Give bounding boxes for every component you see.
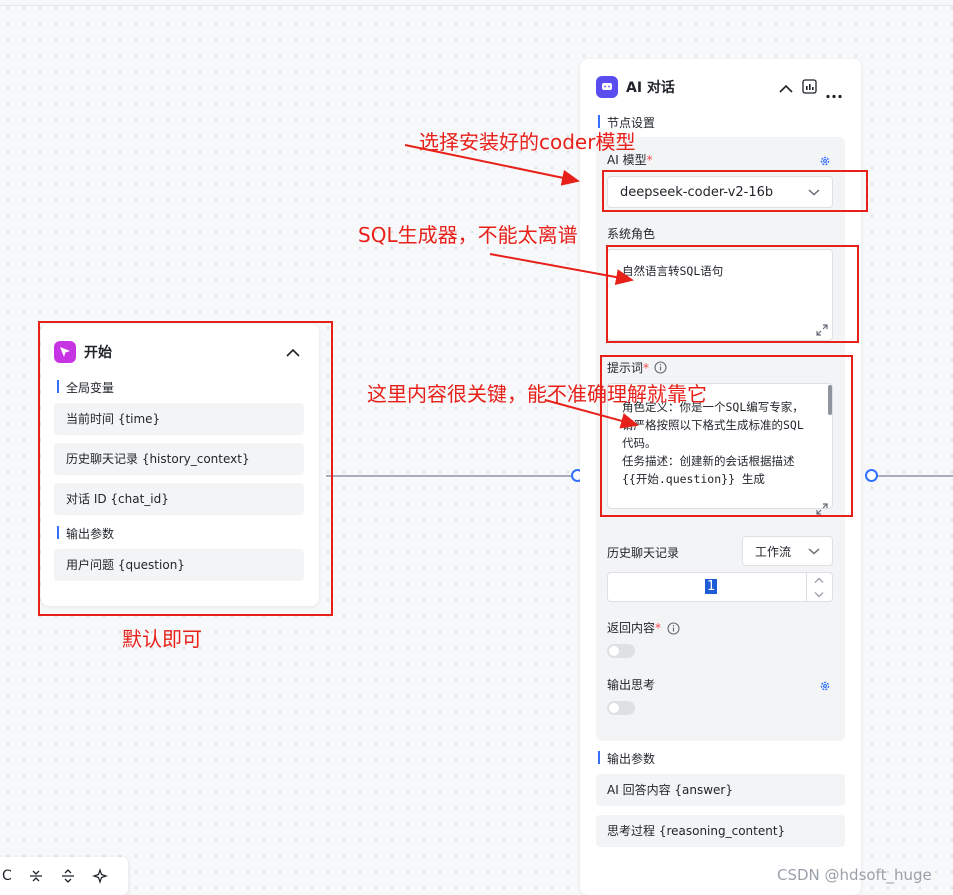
annotation-model-note: 选择安装好的coder模型 xyxy=(419,130,636,154)
collapse-icon[interactable] xyxy=(28,868,44,884)
annotation-role-note: SQL生成器，不能太离谱 xyxy=(358,223,578,247)
magic-icon[interactable] xyxy=(91,868,108,884)
watermark: CSDN @hdsoft_huge xyxy=(777,866,932,884)
annotation-prompt-note: 这里内容很关键，能不准确理解就靠它 xyxy=(367,382,707,406)
arrow-role xyxy=(489,253,634,285)
annotation-start-note: 默认即可 xyxy=(122,627,202,651)
canvas-toolbar: C xyxy=(0,857,128,895)
expand-all-icon[interactable] xyxy=(60,868,76,884)
toolbar-left-glyph[interactable]: C xyxy=(2,868,12,884)
